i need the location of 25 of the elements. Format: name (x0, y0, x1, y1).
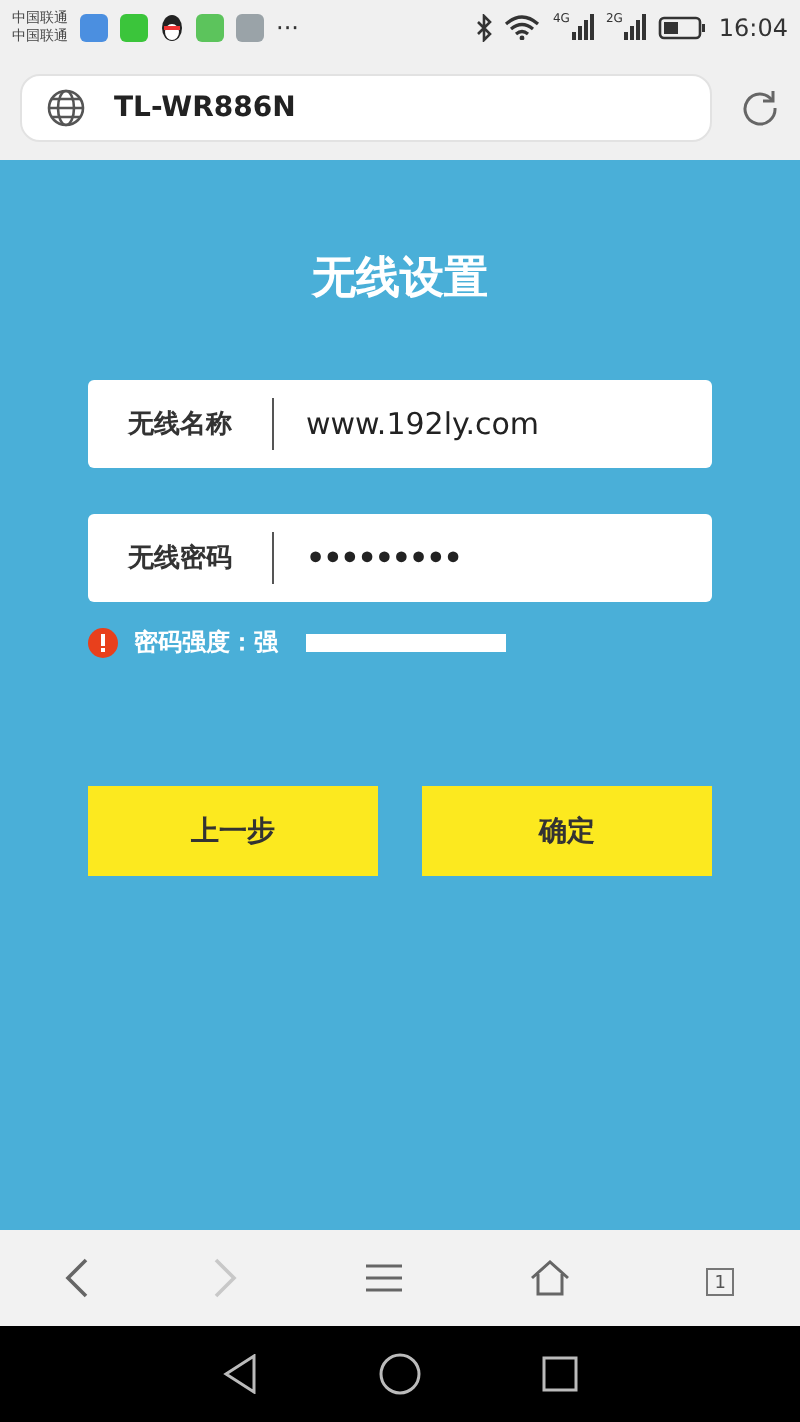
refresh-icon[interactable] (740, 87, 780, 127)
app-icon (80, 13, 108, 41)
home-circle-icon[interactable] (378, 1352, 422, 1396)
square-icon[interactable] (542, 1356, 578, 1392)
back-button[interactable]: 上一步 (88, 786, 378, 876)
penguin-icon (160, 12, 184, 42)
globe-icon (46, 87, 86, 127)
password-field[interactable]: 无线密码 ••••••••• (88, 514, 712, 602)
menu-icon[interactable] (365, 1264, 402, 1292)
app-icon (196, 13, 224, 41)
strength-label: 密码强度：强 (134, 626, 278, 660)
wifi-icon (504, 14, 541, 40)
address-field[interactable]: TL-WR886N (20, 73, 712, 141)
warning-icon (88, 628, 118, 658)
confirm-button[interactable]: 确定 (422, 786, 712, 876)
name-field[interactable]: 无线名称 www.192ly.com (88, 380, 712, 468)
bluetooth-icon (476, 13, 493, 41)
page-title: 无线设置 (312, 250, 488, 308)
tabs-button[interactable]: 1 (696, 1258, 737, 1298)
battery-icon (658, 15, 707, 39)
back-triangle-icon[interactable] (222, 1354, 258, 1394)
home-icon[interactable] (529, 1260, 570, 1296)
back-icon[interactable] (63, 1258, 88, 1298)
more-notifications: ··· (276, 13, 299, 41)
clock: 16:04 (718, 13, 788, 41)
